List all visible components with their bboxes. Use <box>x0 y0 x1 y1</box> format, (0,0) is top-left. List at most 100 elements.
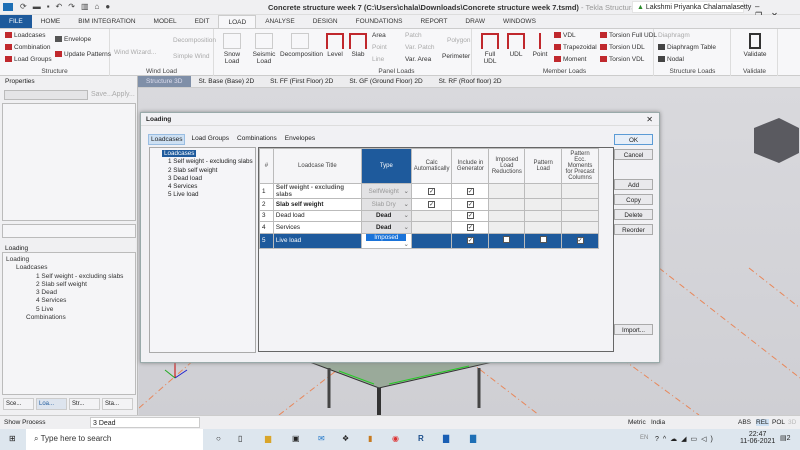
table-row[interactable]: 4 Services Dead ⌄ ✓ <box>259 221 599 234</box>
type-select[interactable]: SelfWeight ⌄ <box>360 183 412 199</box>
tree-item[interactable]: 4 Services <box>6 297 132 305</box>
notifications-icon[interactable]: ▤2 <box>780 434 791 442</box>
column-header[interactable]: Type <box>360 148 412 184</box>
checkbox[interactable]: ✓ <box>466 200 474 208</box>
checkbox-cell[interactable] <box>410 232 453 249</box>
torsion-vdl-button[interactable]: Torsion VDL <box>600 56 644 63</box>
area-load-button[interactable]: Area <box>372 32 386 39</box>
checkbox-cell[interactable]: ✓ <box>451 198 490 211</box>
view-tab[interactable]: St. Base (Base) 2D <box>191 76 263 87</box>
checkbox-cell[interactable] <box>561 209 599 223</box>
tree-item[interactable]: 5 Live <box>6 306 132 314</box>
column-header[interactable]: Include in Generator <box>451 148 490 184</box>
envelope-button[interactable]: Envelope <box>55 36 91 43</box>
reorder-button[interactable]: Reorder <box>614 224 653 235</box>
rel-toggle[interactable]: REL <box>756 419 769 426</box>
panel-tab[interactable]: Sce... <box>3 398 34 410</box>
trapezoidal-button[interactable]: Trapezoidal <box>554 44 597 51</box>
loadcases-button[interactable]: Loadcases <box>5 32 45 39</box>
word-icon[interactable]: ▇ <box>443 434 449 443</box>
snow-load-button[interactable]: Snow Load <box>217 33 247 65</box>
checkbox-cell[interactable] <box>488 183 526 199</box>
tree-item[interactable]: 1 Self weight - excluding slabs <box>152 158 253 166</box>
dialog-tab-combinations[interactable]: Combinations <box>235 134 279 145</box>
combination-button[interactable]: Combination <box>5 44 51 51</box>
chevron-down-icon[interactable]: ⌄ <box>404 241 409 248</box>
checkbox[interactable]: ✓ <box>466 212 474 220</box>
chevron-down-icon[interactable]: ⌄ <box>404 188 409 195</box>
tab-home[interactable]: HOME <box>32 15 70 28</box>
checkbox[interactable]: ✓ <box>466 237 474 245</box>
store-icon[interactable]: ▣ <box>292 434 300 443</box>
table-row[interactable]: 5 Live load Imposed ⌄ ✓ ✓ <box>259 232 599 249</box>
tree-item[interactable]: Combinations <box>6 314 132 322</box>
tab-report[interactable]: REPORT <box>411 15 456 28</box>
tree-item[interactable]: Loadcases <box>152 150 253 158</box>
checkbox-cell[interactable] <box>561 198 599 211</box>
table-row[interactable]: 2 Slab self weight Slab Dry ⌄ ✓ ✓ <box>259 198 599 211</box>
tab-foundations[interactable]: FOUNDATIONS <box>347 15 412 28</box>
dialog-tab-envelopes[interactable]: Envelopes <box>283 134 317 145</box>
tab-model[interactable]: MODEL <box>145 15 186 28</box>
dialog-tab-load-groups[interactable]: Load Groups <box>189 134 231 145</box>
line-load-button[interactable]: Line <box>372 56 384 63</box>
checkbox-cell[interactable] <box>410 221 453 234</box>
tree-item[interactable]: 3 Dead load <box>152 175 253 183</box>
tab-file[interactable]: FILE <box>0 15 32 28</box>
tree-item[interactable]: 2 Slab self weight <box>152 167 253 175</box>
checkbox[interactable] <box>539 236 547 244</box>
column-header[interactable]: Loadcase Title <box>272 148 362 184</box>
checkbox-cell[interactable] <box>524 209 563 223</box>
loadcase-selector[interactable]: 3 Dead <box>90 417 200 428</box>
simple-wind-button[interactable]: Simple Wind <box>173 53 209 60</box>
seismic-load-button[interactable]: Seismic Load <box>251 33 277 65</box>
view-tab[interactable]: St. RF (Roof floor) 2D <box>431 76 510 87</box>
table-row[interactable]: 3 Dead load Dead ⌄ ✓ <box>259 209 599 223</box>
tree-item[interactable]: Loadcases <box>6 264 132 272</box>
column-header[interactable]: Imposed Load Reductions <box>488 148 526 184</box>
var-patch-button[interactable]: Var. Patch <box>405 44 435 51</box>
checkbox-cell[interactable] <box>524 198 563 211</box>
loadcase-title[interactable]: Live load <box>272 232 362 249</box>
level-load-button[interactable]: Level <box>324 33 346 58</box>
diaphragm-table-button[interactable]: Diaphragm Table <box>658 44 716 51</box>
checkbox-cell[interactable] <box>410 209 453 223</box>
update-patterns-button[interactable]: Update Patterns <box>55 51 111 58</box>
region-label[interactable]: India <box>651 419 665 426</box>
tree-item[interactable]: 1 Self weight - excluding slabs <box>6 273 132 281</box>
task-view-icon[interactable]: ▯ <box>238 434 242 443</box>
tab-design[interactable]: DESIGN <box>304 15 347 28</box>
point-member-load-button[interactable]: Point <box>529 33 551 58</box>
view-tab[interactable]: St. GF (Ground Floor) 2D <box>341 76 430 87</box>
checkbox-cell[interactable]: ✓ <box>410 183 453 199</box>
checkbox-cell[interactable] <box>488 198 526 211</box>
wind-wizard-button[interactable]: Wind Wizard... <box>114 49 156 56</box>
checkbox-cell[interactable] <box>561 183 599 199</box>
type-select[interactable]: Imposed ⌄ <box>360 232 412 249</box>
language-indicator[interactable]: EN <box>640 435 648 441</box>
checkbox-cell[interactable] <box>524 221 563 234</box>
add-button[interactable]: Add <box>614 179 653 190</box>
apply-button[interactable]: Apply... <box>112 91 135 98</box>
moment-button[interactable]: Moment <box>554 56 586 63</box>
sublime-icon[interactable]: ▮ <box>368 434 372 443</box>
checkbox-cell[interactable] <box>524 183 563 199</box>
checkbox[interactable]: ✓ <box>428 187 436 195</box>
revit-icon[interactable]: R <box>418 434 424 443</box>
checkbox[interactable]: ✓ <box>576 237 584 245</box>
checkbox-cell[interactable] <box>561 221 599 234</box>
close-icon[interactable]: ✕ <box>646 115 653 124</box>
udl-button[interactable]: UDL <box>505 33 527 58</box>
units-label[interactable]: Metric <box>628 419 646 426</box>
checkbox-cell[interactable]: ✓ <box>451 183 490 199</box>
type-select[interactable]: Dead ⌄ <box>360 221 412 234</box>
loadcase-title[interactable]: Slab self weight <box>272 198 362 211</box>
mail-icon[interactable]: ✉ <box>318 434 325 443</box>
clock[interactable]: 22:47 11-06-2021 <box>740 431 775 445</box>
checkbox[interactable]: ✓ <box>466 223 474 231</box>
loadcase-title[interactable]: Self weight - excluding slabs <box>272 183 362 199</box>
vdl-button[interactable]: VDL <box>554 32 576 39</box>
windows-start-icon[interactable]: ⊞ <box>9 434 16 443</box>
checkbox[interactable]: ✓ <box>428 200 436 208</box>
checkbox-cell[interactable]: ✓ <box>451 209 490 223</box>
